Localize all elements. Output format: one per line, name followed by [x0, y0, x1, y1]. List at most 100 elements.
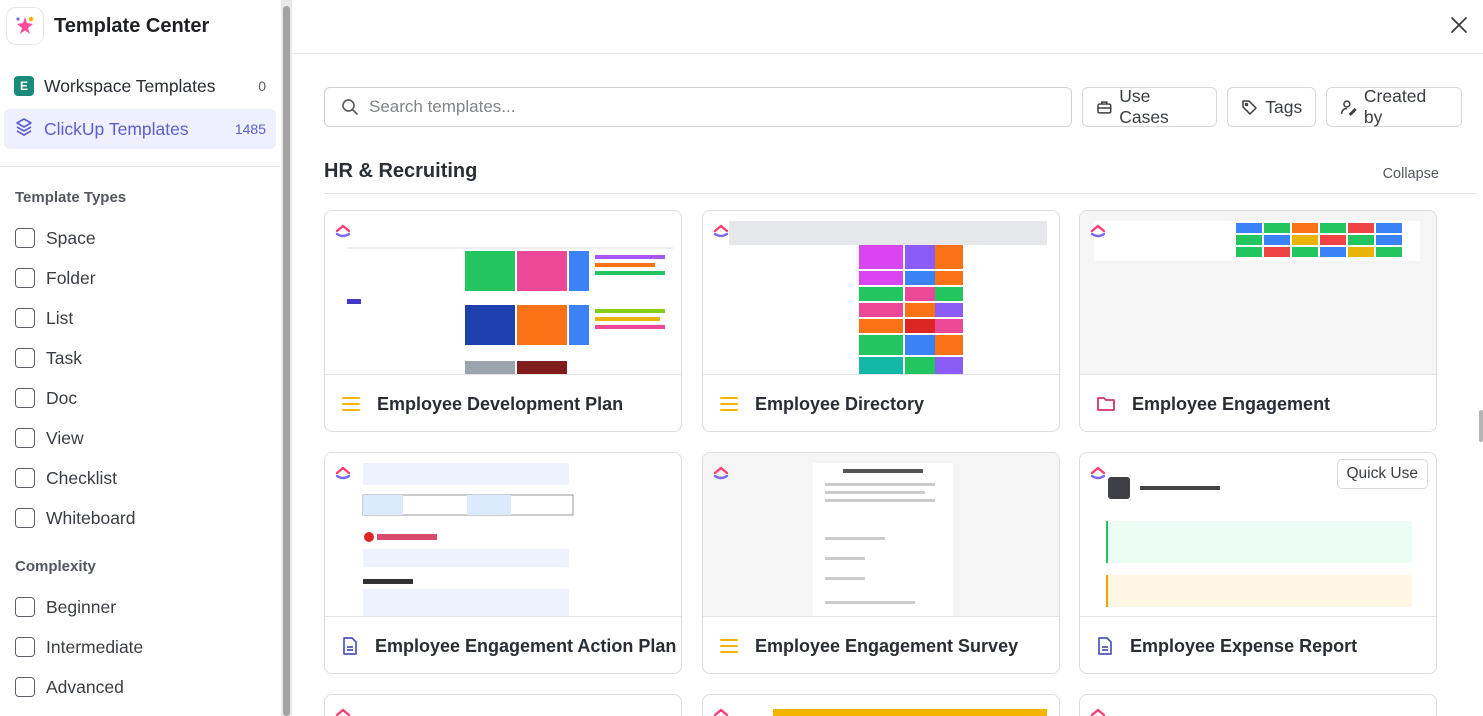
search-box[interactable]	[324, 87, 1072, 127]
card-footer: Employee Engagement Survey	[703, 617, 1059, 673]
filter-label: Advanced	[46, 676, 124, 697]
clickup-logo-icon	[1090, 708, 1106, 716]
use-cases-button[interactable]: Use Cases	[1081, 86, 1218, 127]
checkbox[interactable]	[15, 348, 35, 368]
checkbox[interactable]	[15, 268, 35, 288]
close-icon	[1451, 17, 1467, 33]
filter-task[interactable]: Task	[15, 338, 280, 378]
template-card[interactable]: Employee Development Plan	[324, 210, 682, 432]
filter-beginner[interactable]: Beginner	[15, 587, 280, 627]
filter-whiteboard[interactable]: Whiteboard	[15, 498, 280, 538]
filter-label: List	[46, 307, 74, 328]
filter-folder[interactable]: Folder	[15, 258, 280, 298]
checkbox[interactable]	[15, 677, 35, 697]
section-header: HR & Recruiting Collapse	[324, 160, 1477, 194]
tags-button[interactable]: Tags	[1227, 87, 1317, 127]
clickup-logo-icon	[713, 224, 729, 238]
template-preview	[703, 453, 1059, 617]
checkbox[interactable]	[15, 388, 35, 408]
sidebar-scrollbar-thumb[interactable]	[283, 6, 290, 716]
template-card[interactable]	[702, 694, 1060, 716]
top-bar	[292, 0, 1483, 54]
template-name: Employee Development Plan	[377, 393, 624, 414]
clickup-logo-icon	[1090, 224, 1106, 238]
filter-list[interactable]: List	[15, 298, 280, 338]
template-preview	[703, 211, 1059, 375]
sidebar-item-workspace-templates[interactable]: E Workspace Templates 0	[4, 66, 276, 106]
template-name: Employee Engagement Survey	[755, 635, 1019, 656]
checkbox[interactable]	[15, 228, 35, 248]
section-title: HR & Recruiting	[324, 160, 478, 182]
main-scrollbar-thumb[interactable]	[1479, 410, 1483, 442]
use-cases-label: Use Cases	[1119, 86, 1169, 127]
template-card[interactable]: Quick Use Employee Expense Report	[1079, 452, 1437, 674]
tags-label: Tags	[1265, 96, 1303, 117]
sidebar-item-label: ClickUp Templates	[44, 118, 189, 139]
clickup-logo-icon	[335, 466, 351, 480]
checkbox[interactable]	[15, 637, 35, 657]
clickup-logo-icon	[335, 224, 351, 238]
checkbox[interactable]	[15, 468, 35, 488]
briefcase-icon	[1096, 100, 1111, 114]
list-icon	[720, 639, 738, 653]
filter-label: Doc	[46, 387, 78, 408]
checkbox[interactable]	[15, 508, 35, 528]
layers-icon	[14, 117, 34, 142]
template-card[interactable]: Employee Engagement Action Plan	[324, 452, 682, 674]
clickup-logo-icon	[713, 466, 729, 480]
template-card[interactable]	[1079, 694, 1437, 716]
template-center-logo-icon	[6, 7, 44, 45]
sidebar-item-count: 0	[258, 78, 266, 94]
template-card[interactable]	[324, 694, 682, 716]
template-types-heading: Template Types	[15, 189, 127, 206]
sidebar-title: Template Center	[54, 14, 210, 37]
template-name: Employee Expense Report	[1130, 635, 1358, 656]
template-name: Employee Engagement	[1132, 393, 1331, 414]
card-footer: Employee Engagement	[1080, 375, 1436, 431]
sidebar-item-clickup-templates[interactable]: ClickUp Templates 1485	[4, 109, 276, 149]
filter-label: Folder	[46, 267, 96, 288]
doc-icon	[1098, 637, 1112, 655]
filter-doc[interactable]: Doc	[15, 378, 280, 418]
filter-checklist[interactable]: Checklist	[15, 458, 280, 498]
filter-label: Task	[46, 347, 82, 368]
template-types-filter: Space Folder List Task Doc View Checklis…	[0, 206, 280, 538]
template-card[interactable]: Employee Directory	[702, 210, 1060, 432]
search-input[interactable]	[369, 97, 1049, 117]
template-preview	[325, 453, 681, 617]
search-icon	[342, 99, 358, 115]
filter-intermediate[interactable]: Intermediate	[15, 627, 280, 667]
checkbox[interactable]	[15, 597, 35, 617]
checkbox[interactable]	[15, 428, 35, 448]
template-name: Employee Engagement Action Plan	[375, 635, 677, 656]
card-footer: Employee Expense Report	[1080, 617, 1436, 673]
workspace-badge-icon: E	[14, 76, 34, 96]
sidebar: Template Center E Workspace Templates 0 …	[0, 0, 280, 716]
complexity-filter: Beginner Intermediate Advanced	[0, 575, 280, 707]
template-preview: Quick Use	[1080, 453, 1436, 617]
card-footer: Employee Directory	[703, 375, 1059, 431]
template-card[interactable]: Employee Engagement	[1079, 210, 1437, 432]
main-panel: Use Cases Tags Created by HR & Recruitin…	[292, 0, 1483, 716]
close-button[interactable]	[1448, 14, 1470, 36]
filter-space[interactable]: Space	[15, 218, 280, 258]
clickup-logo-icon	[713, 708, 729, 716]
filter-label: Space	[46, 227, 96, 248]
template-preview	[1080, 211, 1436, 375]
template-card[interactable]: Employee Engagement Survey	[702, 452, 1060, 674]
template-preview	[773, 709, 1047, 716]
user-edit-icon	[1340, 99, 1357, 116]
filter-label: Intermediate	[46, 636, 144, 657]
filter-view[interactable]: View	[15, 418, 280, 458]
filter-label: Beginner	[46, 596, 117, 617]
checkbox[interactable]	[15, 308, 35, 328]
template-preview	[325, 211, 681, 375]
quick-use-button[interactable]: Quick Use	[1336, 459, 1428, 489]
filter-advanced[interactable]: Advanced	[15, 667, 280, 707]
clickup-logo-icon	[335, 708, 351, 716]
list-icon	[720, 397, 738, 411]
template-name: Employee Directory	[755, 393, 925, 414]
sidebar-nav: E Workspace Templates 0 ClickUp Template…	[0, 52, 280, 149]
created-by-button[interactable]: Created by	[1326, 86, 1462, 127]
collapse-button[interactable]: Collapse	[1383, 166, 1439, 182]
